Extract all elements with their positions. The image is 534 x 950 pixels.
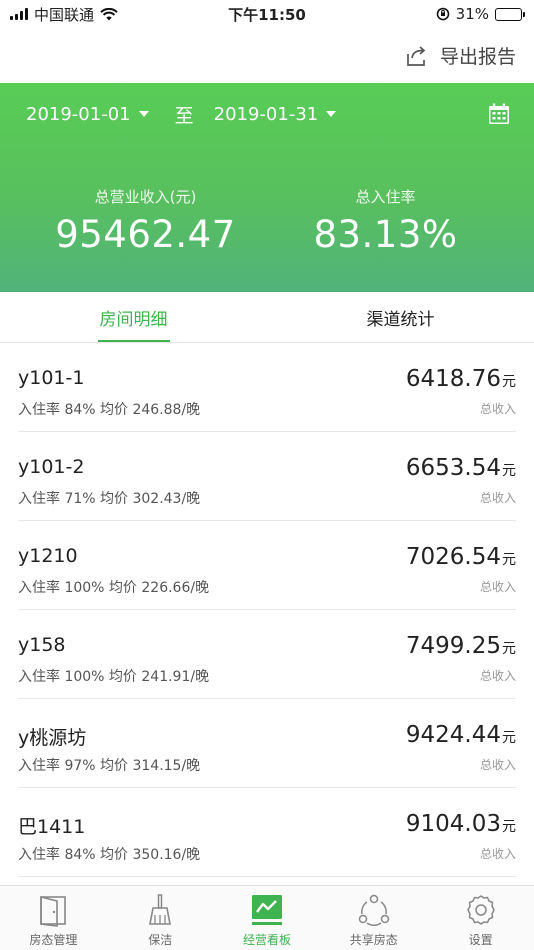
room-meta: 入住率 97% 均价 314.15/晚 [18, 758, 201, 774]
amount-unit: 元 [502, 374, 516, 390]
room-name: 巴1411 [18, 816, 86, 838]
calendar-icon[interactable] [488, 103, 510, 125]
carrier-label: 中国联通 [34, 5, 95, 24]
status-right: 31% [436, 5, 525, 23]
list-item[interactable]: y桃源坊 入住率 97% 均价 314.15/晚 9424.44元 总收入 [18, 699, 516, 788]
end-date-picker[interactable]: 2019-01-31 [214, 104, 337, 125]
gear-icon [466, 895, 495, 925]
room-name: y101-1 [18, 367, 85, 389]
amount-caption: 总收入 [479, 580, 516, 594]
amount-caption: 总收入 [479, 758, 516, 772]
orientation-lock-icon [436, 7, 449, 21]
export-label: 导出报告 [439, 46, 516, 68]
room-name: y158 [18, 634, 66, 656]
room-amount: 6653.54元 [406, 455, 516, 481]
amount-unit: 元 [502, 463, 516, 479]
tab-cleaning[interactable]: 保洁 [107, 886, 214, 950]
signal-icon [10, 8, 28, 20]
start-date: 2019-01-01 [26, 103, 131, 125]
revenue-value: 95462.47 [55, 213, 236, 256]
chevron-down-icon [326, 111, 337, 117]
tab-label: 共享房态 [349, 933, 398, 947]
tab-label: 经营看板 [242, 933, 291, 947]
start-date-picker[interactable]: 2019-01-01 [26, 104, 149, 125]
amount-value: 6653.54 [405, 455, 501, 481]
room-amount: 9424.44元 [406, 722, 516, 748]
room-amount: 9104.03元 [406, 811, 516, 837]
status-bar: 中国联通 下午11:50 31% [0, 0, 534, 28]
amount-unit: 元 [502, 552, 516, 568]
room-amount: 6418.76元 [406, 366, 516, 392]
chart-board-icon [251, 895, 282, 925]
bottom-tab-bar: 房态管理 保洁 经营看板 共享房态 设置 [0, 885, 534, 950]
tab-room-detail[interactable]: 房间明细 [0, 292, 267, 342]
tab-shared-status[interactable]: 共享房态 [320, 886, 427, 950]
amount-value: 9104.03 [405, 811, 501, 837]
list-item[interactable]: 巴1411 入住率 84% 均价 350.16/晚 9104.03元 总收入 [18, 788, 516, 877]
broom-icon [149, 894, 172, 925]
amount-value: 6418.76 [405, 366, 501, 392]
battery-percent: 31% [455, 5, 489, 23]
tab-business-board[interactable]: 经营看板 [214, 886, 321, 950]
revenue-label: 总营业收入(元) [94, 188, 197, 206]
wifi-icon [100, 7, 118, 20]
export-icon [407, 45, 426, 66]
amount-value: 7499.25 [405, 633, 501, 659]
room-meta: 入住率 100% 均价 226.66/晚 [18, 580, 210, 596]
amount-caption: 总收入 [479, 669, 516, 683]
amount-unit: 元 [502, 641, 516, 657]
room-list: y101-1 入住率 84% 均价 246.88/晚 6418.76元 总收入 … [0, 343, 534, 877]
revenue-stat: 总营业收入(元) 95462.47 [12, 186, 279, 256]
door-icon [40, 895, 67, 927]
room-meta: 入住率 100% 均价 241.91/晚 [18, 669, 210, 685]
segment-tabs: 房间明细 渠道统计 [0, 292, 534, 343]
status-left: 中国联通 [10, 4, 118, 25]
nav-bar: 导出报告 [0, 28, 534, 83]
list-item[interactable]: y101-2 入住率 71% 均价 302.43/晚 6653.54元 总收入 [18, 432, 516, 521]
date-separator: 至 [174, 104, 194, 127]
amount-unit: 元 [502, 730, 516, 746]
occupancy-label: 总入住率 [355, 188, 416, 206]
room-meta: 入住率 71% 均价 302.43/晚 [18, 491, 201, 507]
tab-label: 设置 [468, 933, 493, 947]
tab-channel-stats[interactable]: 渠道统计 [267, 292, 534, 342]
end-date: 2019-01-31 [213, 103, 319, 125]
occupancy-value: 83.13% [313, 213, 458, 256]
list-item[interactable]: y158 入住率 100% 均价 241.91/晚 7499.25元 总收入 [18, 610, 516, 699]
tab-label: 保洁 [148, 933, 173, 947]
room-name: y101-2 [18, 456, 85, 478]
amount-value: 7026.54 [405, 544, 501, 570]
amount-caption: 总收入 [479, 402, 516, 416]
date-range: 2019-01-01 至 2019-01-31 [26, 99, 510, 129]
amount-caption: 总收入 [479, 491, 516, 505]
room-meta: 入住率 84% 均价 246.88/晚 [18, 402, 201, 418]
tab-room-status[interactable]: 房态管理 [0, 886, 107, 950]
room-meta: 入住率 84% 均价 350.16/晚 [18, 847, 201, 863]
room-name: y桃源坊 [18, 727, 87, 749]
list-item[interactable]: y101-1 入住率 84% 均价 246.88/晚 6418.76元 总收入 [18, 343, 516, 432]
chevron-down-icon [138, 111, 149, 117]
occupancy-stat: 总入住率 83.13% [252, 186, 519, 256]
amount-value: 9424.44 [405, 722, 501, 748]
tab-label: 房态管理 [29, 933, 78, 947]
room-amount: 7026.54元 [406, 544, 516, 570]
room-name: y1210 [18, 545, 78, 567]
share-icon [358, 894, 390, 926]
list-item[interactable]: y1210 入住率 100% 均价 226.66/晚 7026.54元 总收入 [18, 521, 516, 610]
export-report-button[interactable]: 导出报告 [406, 42, 516, 69]
amount-unit: 元 [502, 819, 516, 835]
amount-caption: 总收入 [479, 847, 516, 861]
tab-settings[interactable]: 设置 [427, 886, 534, 950]
summary-header: 2019-01-01 至 2019-01-31 总营业收入(元) 95462.4… [0, 83, 534, 292]
battery-icon [495, 7, 525, 21]
room-amount: 7499.25元 [406, 633, 516, 659]
